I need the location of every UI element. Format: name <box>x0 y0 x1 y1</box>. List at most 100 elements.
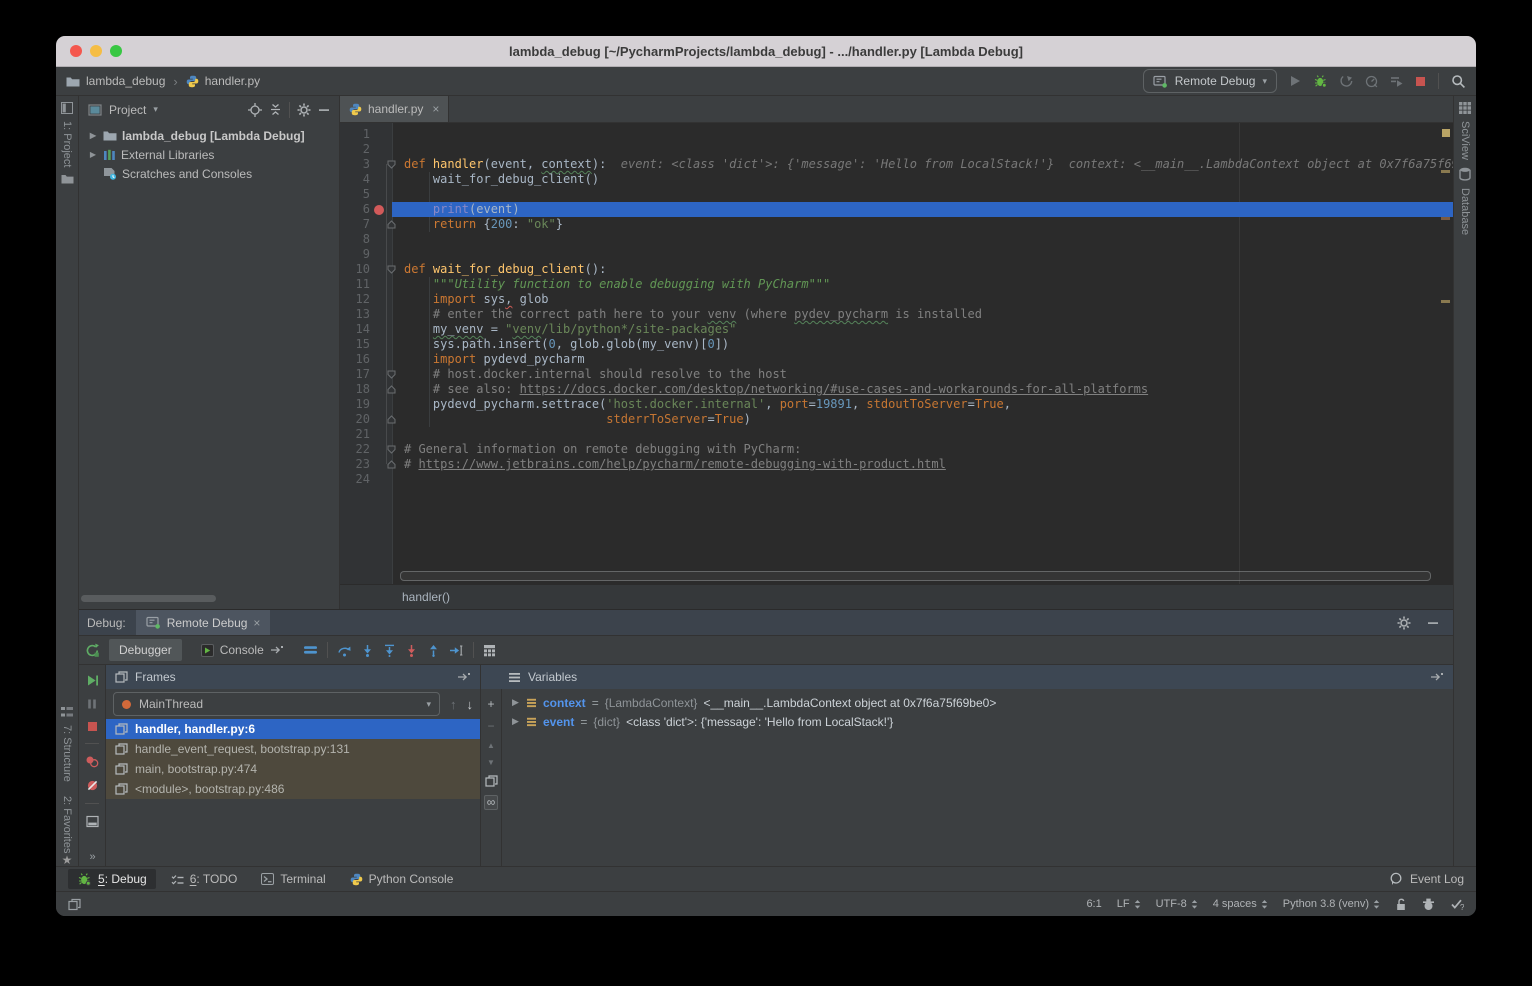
tool-window-button-python-console[interactable]: Python Console <box>341 869 463 889</box>
fold-marker-icon[interactable] <box>386 217 396 232</box>
tool-window-button-terminal[interactable]: Terminal <box>252 869 334 889</box>
tab-console[interactable]: Console <box>191 639 294 661</box>
line-number[interactable]: 19 <box>340 397 374 412</box>
status-item[interactable]: 6:1 <box>1086 898 1101 910</box>
line-number[interactable]: 4 <box>340 172 374 187</box>
line-number[interactable]: 10 <box>340 262 374 277</box>
line-number[interactable]: 17 <box>340 367 374 382</box>
line-number[interactable]: 11 <box>340 277 374 292</box>
line-number[interactable]: 21 <box>340 427 374 442</box>
code-line[interactable]: 2 <box>340 142 1453 157</box>
editor-tab-handler-py[interactable]: handler.py × <box>340 96 449 122</box>
stop-button[interactable] <box>1415 76 1426 87</box>
fold-marker-icon[interactable] <box>386 442 396 457</box>
line-number[interactable]: 7 <box>340 217 374 232</box>
line-number[interactable]: 16 <box>340 352 374 367</box>
line-number[interactable]: 8 <box>340 232 374 247</box>
code-line[interactable]: 15 sys.path.insert(0, glob.glob(my_venv)… <box>340 337 1453 352</box>
tree-item[interactable]: Scratches and Consoles <box>79 164 339 183</box>
code-line[interactable]: 13 # enter the correct path here to your… <box>340 307 1453 322</box>
tool-button-project[interactable]: 1: Project <box>61 121 73 167</box>
stack-frame-row[interactable]: main, bootstrap.py:474 <box>106 759 480 779</box>
line-number[interactable]: 22 <box>340 442 374 457</box>
tool-window-switcher-icon[interactable] <box>68 898 82 911</box>
previous-frame-button[interactable]: ↑ <box>450 697 457 712</box>
expand-chevron-icon[interactable]: ▶ <box>512 697 520 708</box>
zoom-window-button[interactable] <box>110 45 122 57</box>
chevron-down-icon[interactable]: ▾ <box>153 104 158 115</box>
coverage-button[interactable] <box>1340 75 1353 88</box>
tree-item[interactable]: ▶lambda_debug [Lambda Debug] <box>79 126 339 145</box>
tool-button-sciview[interactable]: SciView <box>1459 121 1471 160</box>
stop-button[interactable] <box>87 721 98 732</box>
line-number[interactable]: 23 <box>340 457 374 472</box>
unlock-icon[interactable] <box>1395 898 1407 911</box>
stack-frame-row[interactable]: handler, handler.py:6 <box>106 719 480 739</box>
code-line[interactable]: 14 my_venv = "venv/lib/python*/site-pack… <box>340 322 1453 337</box>
close-icon[interactable]: × <box>432 102 439 116</box>
code-line[interactable]: 8 <box>340 232 1453 247</box>
variable-row[interactable]: ▶event = {dict} <class 'dict'>: {'messag… <box>502 712 1453 731</box>
tool-window-button-5-debug[interactable]: 5: Debug <box>68 869 156 889</box>
run-with-button[interactable] <box>1390 75 1403 88</box>
status-item[interactable]: Python 3.8 (venv) <box>1283 898 1380 910</box>
step-into-my-code-button[interactable] <box>405 644 418 657</box>
stack-frame-row[interactable]: <module>, bootstrap.py:486 <box>106 779 480 799</box>
tool-window-button-6-todo[interactable]: 6: TODO <box>162 869 247 889</box>
debugger-settings-icon[interactable] <box>303 645 318 655</box>
tool-button-database[interactable]: Database <box>1459 188 1471 235</box>
locate-file-button[interactable] <box>248 103 262 117</box>
breadcrumb-file[interactable]: handler.py <box>186 74 260 88</box>
tree-chevron-icon[interactable]: ▶ <box>88 150 98 159</box>
inspections-icon[interactable]: ? <box>1450 898 1464 911</box>
restore-layout-button[interactable] <box>86 815 99 828</box>
close-window-button[interactable] <box>70 45 82 57</box>
code-line[interactable]: 4 wait_for_debug_client() <box>340 172 1453 187</box>
line-number[interactable]: 1 <box>340 127 374 142</box>
fold-marker-icon[interactable] <box>386 382 396 397</box>
code-line[interactable]: 21 <box>340 427 1453 442</box>
close-icon[interactable]: × <box>253 616 260 630</box>
code-line[interactable]: 24 <box>340 472 1453 487</box>
status-item[interactable]: LF <box>1117 898 1141 910</box>
title-bar[interactable]: lambda_debug [~/PycharmProjects/lambda_d… <box>56 36 1476 67</box>
step-out-button[interactable] <box>427 644 440 657</box>
fold-marker-icon[interactable] <box>386 457 396 472</box>
variable-row[interactable]: ▶context = {LambdaContext} <__main__.Lam… <box>502 693 1453 712</box>
code-line[interactable]: 23# https://www.jetbrains.com/help/pycha… <box>340 457 1453 472</box>
show-watches-toggle[interactable]: ∞ <box>484 795 499 810</box>
code-line[interactable]: 11 """Utility function to enable debuggi… <box>340 277 1453 292</box>
breadcrumb-project[interactable]: lambda_debug <box>66 74 165 88</box>
run-to-cursor-button[interactable] <box>449 644 464 657</box>
line-number[interactable]: 14 <box>340 322 374 337</box>
line-number[interactable]: 6 <box>340 202 374 217</box>
tool-button-favorites[interactable]: 2: Favorites <box>61 796 73 853</box>
step-over-button[interactable] <box>337 644 352 657</box>
code-line[interactable]: 10def wait_for_debug_client(): <box>340 262 1453 277</box>
code-line[interactable]: 12 import sys, glob <box>340 292 1453 307</box>
error-stripe[interactable] <box>1439 123 1453 584</box>
status-item[interactable]: UTF-8 <box>1156 898 1198 910</box>
code-line[interactable]: 5 <box>340 187 1453 202</box>
code-line[interactable]: 3def handler(event, context): event: <cl… <box>340 157 1453 172</box>
code-line[interactable]: 1 <box>340 127 1453 142</box>
duplicate-watch-button[interactable] <box>485 775 498 787</box>
warning-stripe-mark[interactable] <box>1441 170 1450 173</box>
rerun-button[interactable] <box>85 643 100 658</box>
step-into-button[interactable] <box>361 644 374 657</box>
tree-chevron-icon[interactable]: ▶ <box>88 131 98 140</box>
add-watch-button[interactable]: + <box>487 697 494 711</box>
line-number[interactable]: 5 <box>340 187 374 202</box>
search-everywhere-button[interactable] <box>1451 74 1466 89</box>
pin-tab-icon[interactable] <box>457 672 471 682</box>
fold-marker-icon[interactable] <box>386 367 396 382</box>
remove-watch-button[interactable]: − <box>487 719 494 733</box>
code-line[interactable]: 18 # see also: https://docs.docker.com/d… <box>340 382 1453 397</box>
fold-marker-icon[interactable] <box>386 412 396 427</box>
tool-button-structure[interactable]: 7: Structure <box>61 725 73 782</box>
resume-button[interactable] <box>86 674 99 687</box>
code-line[interactable]: 9 <box>340 247 1453 262</box>
collapse-all-button[interactable] <box>269 103 282 116</box>
warning-stripe-mark[interactable] <box>1441 300 1450 303</box>
pin-tab-icon[interactable] <box>1430 672 1444 682</box>
